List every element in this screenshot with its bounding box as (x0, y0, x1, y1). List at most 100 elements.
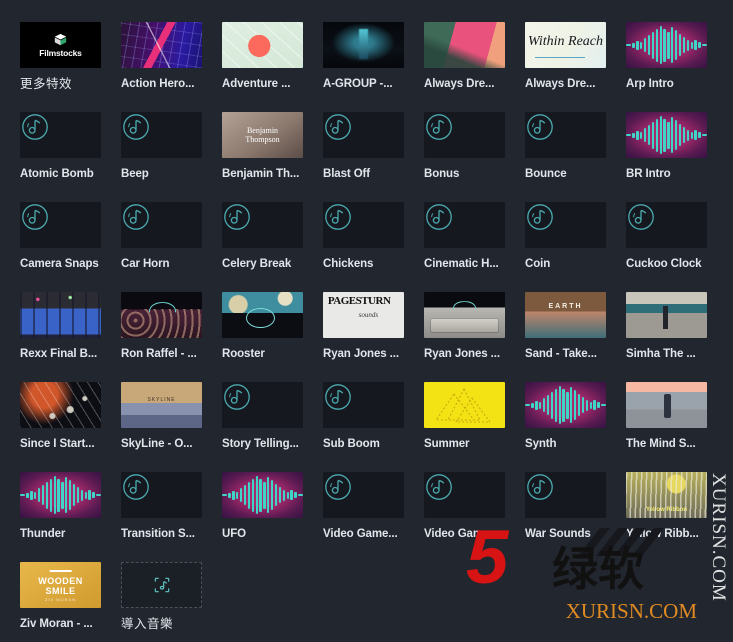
media-thumbnail[interactable] (626, 202, 707, 248)
media-item[interactable]: Cuckoo Clock (626, 202, 707, 292)
media-item[interactable]: Action Hero... (121, 22, 202, 112)
media-item[interactable]: Coin (525, 202, 606, 292)
media-thumbnail[interactable] (525, 112, 606, 158)
media-thumbnail[interactable] (323, 472, 404, 518)
media-item[interactable]: Camera Snaps (20, 202, 101, 292)
media-item-label: Chickens (323, 258, 374, 270)
media-item[interactable]: Celery Break (222, 202, 303, 292)
media-thumbnail[interactable] (424, 472, 505, 518)
media-thumbnail[interactable] (121, 202, 202, 248)
media-item[interactable]: Beep (121, 112, 202, 202)
media-thumbnail[interactable] (626, 22, 707, 68)
music-disc-icon (426, 114, 452, 140)
media-item[interactable]: Adventure ... (222, 22, 303, 112)
music-disc-icon (325, 474, 351, 500)
media-item[interactable]: The Mind S... (626, 382, 707, 472)
media-item[interactable]: UFO (222, 472, 303, 562)
media-item[interactable]: Chickens (323, 202, 404, 292)
media-item[interactable]: Rooster (222, 292, 303, 382)
media-thumbnail[interactable] (121, 562, 202, 608)
media-item[interactable]: Atomic Bomb (20, 112, 101, 202)
media-item[interactable]: PAGESTURN sounds Ryan Jones ... (323, 292, 404, 382)
media-thumbnail[interactable] (323, 112, 404, 158)
media-thumbnail[interactable] (323, 22, 404, 68)
media-item[interactable]: Bonus (424, 112, 505, 202)
media-item[interactable]: Transition S... (121, 472, 202, 562)
music-disc-icon (325, 384, 351, 410)
media-thumbnail[interactable] (222, 292, 303, 338)
media-item[interactable]: War Sounds (525, 472, 606, 562)
art-disc (626, 202, 707, 248)
media-thumbnail[interactable] (222, 202, 303, 248)
media-item[interactable]: Sub Boom (323, 382, 404, 472)
media-item[interactable]: Video Game... (424, 472, 505, 562)
media-thumbnail[interactable] (20, 292, 101, 338)
media-item[interactable]: Blast Off (323, 112, 404, 202)
media-thumbnail[interactable]: SKYLINE (121, 382, 202, 428)
media-thumbnail[interactable]: EARTH (525, 292, 606, 338)
media-thumbnail[interactable] (222, 472, 303, 518)
media-item-label: 導入音樂 (121, 617, 174, 631)
media-thumbnail[interactable] (424, 112, 505, 158)
media-item[interactable]: Synth (525, 382, 606, 472)
media-thumbnail[interactable] (121, 112, 202, 158)
media-item[interactable]: Ryan Jones ... (424, 292, 505, 382)
media-item[interactable]: Thunder (20, 472, 101, 562)
media-item[interactable]: Summer (424, 382, 505, 472)
media-item-label: Synth (525, 438, 557, 450)
media-thumbnail[interactable] (424, 22, 505, 68)
media-item[interactable]: Arp Intro (626, 22, 707, 112)
media-thumbnail[interactable]: Within Reach (525, 22, 606, 68)
media-thumbnail[interactable] (20, 472, 101, 518)
media-thumbnail[interactable] (20, 112, 101, 158)
media-thumbnail[interactable] (424, 202, 505, 248)
media-item[interactable]: Video Game... (323, 472, 404, 562)
media-item[interactable]: Story Telling... (222, 382, 303, 472)
media-item-label: Cinematic H... (424, 258, 499, 270)
media-item[interactable]: Filmstocks 更多特效 (20, 22, 101, 112)
media-thumbnail[interactable] (424, 382, 505, 428)
media-thumbnail[interactable] (222, 382, 303, 428)
media-thumbnail[interactable] (626, 382, 707, 428)
media-thumbnail[interactable] (626, 112, 707, 158)
media-thumbnail[interactable]: WOODEN SMILE ZIV MORAN (20, 562, 101, 608)
media-thumbnail[interactable] (20, 202, 101, 248)
music-disc-icon (628, 204, 654, 230)
media-thumbnail[interactable] (222, 22, 303, 68)
media-item[interactable]: Yellow Ribbon Yellow Ribb... (626, 472, 707, 562)
media-item[interactable]: A-GROUP -... (323, 22, 404, 112)
media-item[interactable]: Simha The ... (626, 292, 707, 382)
media-thumbnail[interactable] (525, 382, 606, 428)
media-thumbnail[interactable] (323, 382, 404, 428)
media-thumbnail[interactable] (121, 292, 202, 338)
media-item[interactable]: Since I Start... (20, 382, 101, 472)
audio-library-grid[interactable]: Filmstocks 更多特效 Action Hero... Adventure ..… (0, 0, 733, 642)
media-thumbnail[interactable] (525, 472, 606, 518)
media-thumbnail[interactable]: Filmstocks (20, 22, 101, 68)
media-item[interactable]: Cinematic H... (424, 202, 505, 292)
media-item[interactable]: Always Dre... (424, 22, 505, 112)
media-item[interactable]: EARTH Sand - Take... (525, 292, 606, 382)
media-item[interactable]: BR Intro (626, 112, 707, 202)
media-thumbnail[interactable] (121, 472, 202, 518)
media-thumbnail[interactable]: Yellow Ribbon (626, 472, 707, 518)
media-thumbnail[interactable] (323, 202, 404, 248)
media-item[interactable]: Within Reach Always Dre... (525, 22, 606, 112)
media-item[interactable]: 導入音樂 (121, 562, 202, 642)
media-thumbnail[interactable] (626, 292, 707, 338)
media-item[interactable]: Car Horn (121, 202, 202, 292)
media-thumbnail[interactable]: Benjamin Thompson (222, 112, 303, 158)
media-item[interactable]: Bounce (525, 112, 606, 202)
media-thumbnail[interactable] (121, 22, 202, 68)
media-item-label: Adventure ... (222, 78, 291, 90)
filmstocks-wordmark: Filmstocks (39, 47, 82, 58)
media-thumbnail[interactable]: PAGESTURN sounds (323, 292, 404, 338)
media-item[interactable]: Rexx Final B... (20, 292, 101, 382)
media-item[interactable]: Ron Raffel - ... (121, 292, 202, 382)
media-thumbnail[interactable] (424, 292, 505, 338)
media-thumbnail[interactable] (20, 382, 101, 428)
media-item[interactable]: SKYLINE SkyLine - O... (121, 382, 202, 472)
media-item[interactable]: Benjamin Thompson Benjamin Th... (222, 112, 303, 202)
media-thumbnail[interactable] (525, 202, 606, 248)
media-item[interactable]: WOODEN SMILE ZIV MORAN Ziv Moran - ... (20, 562, 101, 642)
